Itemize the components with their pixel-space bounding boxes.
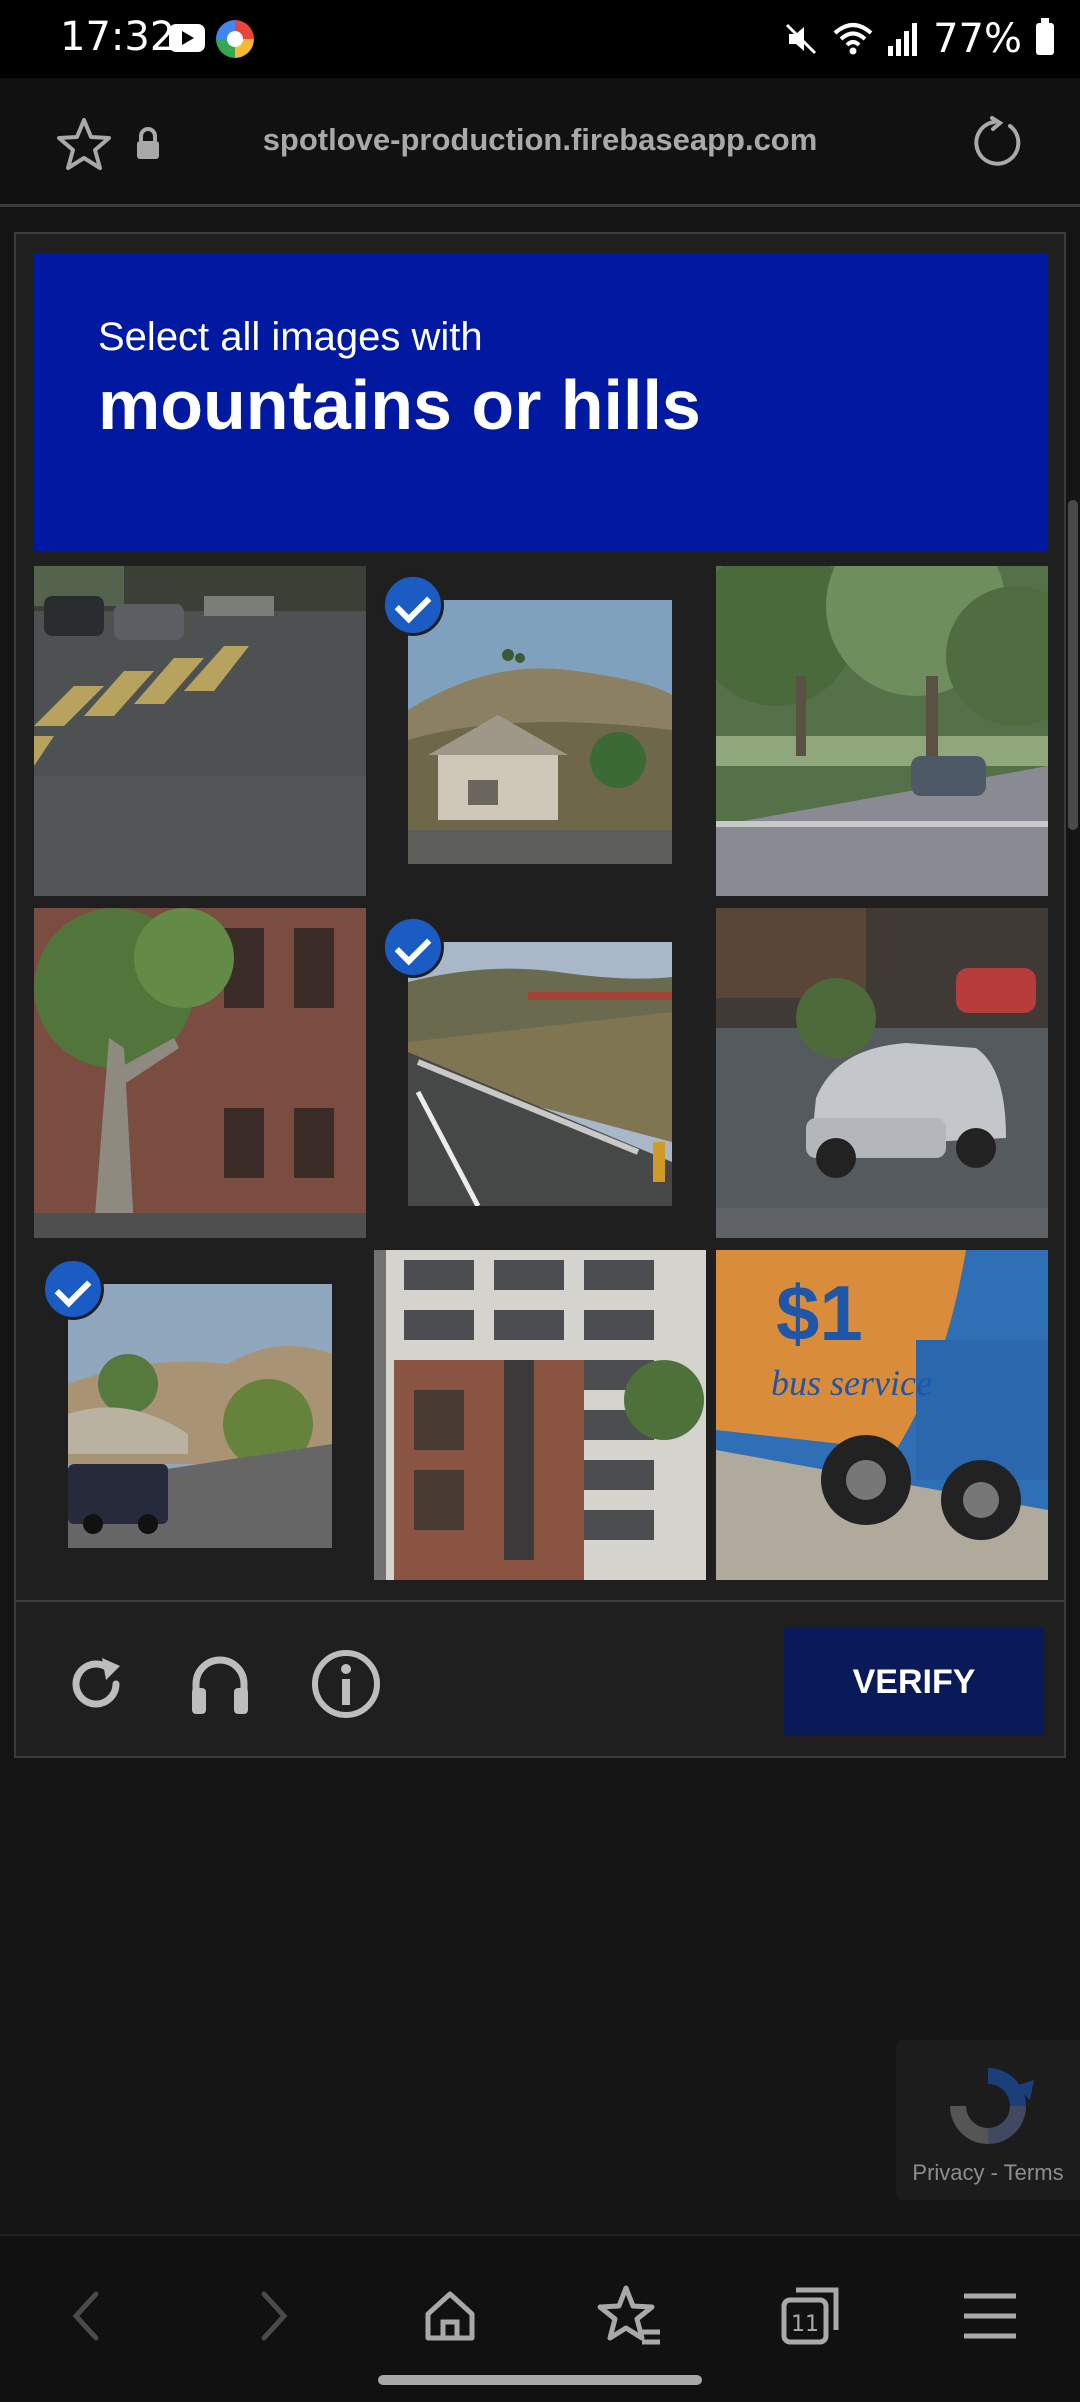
battery-icon bbox=[1036, 18, 1054, 55]
bus-service-text: bus service bbox=[771, 1363, 932, 1403]
info-icon[interactable] bbox=[310, 1648, 382, 1720]
footer-divider bbox=[16, 1600, 1064, 1602]
battery-percent: 77% bbox=[933, 16, 1022, 62]
verify-button[interactable]: VERIFY bbox=[784, 1628, 1044, 1736]
privacy-terms-link[interactable]: Privacy - Terms bbox=[896, 2160, 1080, 2186]
captcha-tile-6[interactable] bbox=[716, 908, 1048, 1238]
captcha-header: Select all images with mountains or hill… bbox=[34, 253, 1048, 551]
status-bar: 17:32 77% bbox=[0, 0, 1080, 78]
wifi-icon bbox=[833, 23, 873, 55]
captcha-tile-4[interactable] bbox=[34, 908, 366, 1238]
menu-icon[interactable] bbox=[950, 2276, 1030, 2356]
selected-check-icon bbox=[382, 574, 444, 636]
captcha-tile-7[interactable] bbox=[34, 1250, 366, 1580]
home-icon[interactable] bbox=[410, 2276, 490, 2356]
audio-headphones-icon[interactable] bbox=[184, 1648, 256, 1720]
recaptcha-badge[interactable]: Privacy - Terms bbox=[896, 2040, 1080, 2200]
captcha-tile-3[interactable] bbox=[716, 566, 1048, 896]
instruction-text: Select all images with bbox=[98, 315, 483, 359]
target-object-text: mountains or hills bbox=[98, 366, 701, 444]
tile-image bbox=[34, 908, 366, 1238]
bookmark-star-icon[interactable] bbox=[56, 116, 112, 172]
svg-text:11: 11 bbox=[791, 2312, 819, 2337]
tile-image bbox=[716, 566, 1048, 896]
tile-image bbox=[68, 1284, 332, 1548]
youtube-icon bbox=[169, 24, 205, 52]
tile-image bbox=[374, 1250, 706, 1580]
tile-image bbox=[716, 908, 1048, 1238]
reload-icon[interactable] bbox=[970, 116, 1026, 172]
recaptcha-logo-icon bbox=[950, 2068, 1034, 2144]
captcha-tile-2[interactable] bbox=[374, 566, 706, 896]
status-time: 17:32 bbox=[60, 14, 176, 60]
url-field[interactable]: spotlove-production.firebaseapp.com bbox=[240, 122, 840, 158]
selected-check-icon bbox=[382, 916, 444, 978]
back-icon[interactable] bbox=[48, 2276, 128, 2356]
bookmarks-icon[interactable] bbox=[590, 2276, 670, 2356]
browser-toolbar: spotlove-production.firebaseapp.com bbox=[0, 78, 1080, 207]
selected-check-icon bbox=[42, 1258, 104, 1320]
captcha-tile-9[interactable]: $1 bus service bbox=[716, 1250, 1048, 1580]
tabs-icon[interactable]: 11 bbox=[770, 2276, 850, 2356]
tile-image bbox=[408, 600, 672, 864]
app-icon bbox=[216, 20, 254, 58]
scrollbar[interactable] bbox=[1068, 500, 1078, 830]
lock-icon[interactable] bbox=[134, 126, 162, 162]
tile-image bbox=[408, 942, 672, 1206]
captcha-tile-1[interactable] bbox=[34, 566, 366, 896]
signal-icon bbox=[888, 23, 918, 56]
captcha-tile-5[interactable] bbox=[374, 908, 706, 1238]
refresh-icon[interactable] bbox=[60, 1648, 132, 1720]
mute-icon bbox=[786, 23, 817, 55]
captcha-tile-8[interactable] bbox=[374, 1250, 706, 1580]
gesture-handle[interactable] bbox=[378, 2375, 702, 2385]
bus-price-text: $1 bbox=[776, 1269, 863, 1357]
forward-icon[interactable] bbox=[232, 2276, 312, 2356]
tile-image bbox=[34, 566, 366, 896]
tile-image: $1 bus service bbox=[716, 1250, 1048, 1580]
